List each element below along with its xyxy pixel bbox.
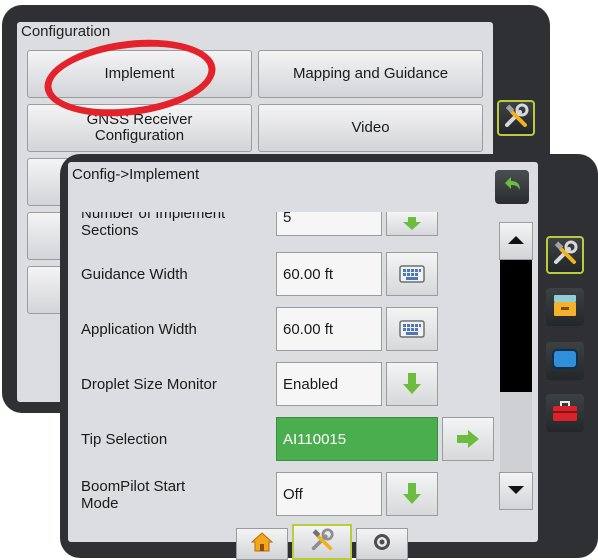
back-arrow-icon xyxy=(501,175,523,200)
arrow-right-icon xyxy=(456,429,480,449)
boompilot-start-mode-dropdown-button[interactable] xyxy=(386,472,438,516)
guidance-width-label: Guidance Width xyxy=(81,266,188,283)
keyboard-icon xyxy=(399,265,425,283)
implement-content: Config->Implement Number of Implement Se… xyxy=(68,162,538,542)
tip-selection-label: Tip Selection xyxy=(81,431,168,448)
arrow-down-icon xyxy=(401,372,423,396)
boompilot-start-mode-field[interactable]: Off xyxy=(276,472,382,516)
tools-side-tab[interactable] xyxy=(546,236,584,274)
implement-sections-label: Number of Implement Sections xyxy=(81,212,226,239)
home-icon xyxy=(250,531,274,557)
settings-tab[interactable] xyxy=(356,528,408,560)
scroll-down-button[interactable] xyxy=(499,472,533,510)
application-width-keyboard-button[interactable] xyxy=(386,307,438,351)
tools-icon xyxy=(502,102,530,135)
mapping-and-guidance-button[interactable]: Mapping and Guidance xyxy=(258,50,483,98)
guidance-width-keyboard-button[interactable] xyxy=(386,252,438,296)
keyboard-icon xyxy=(399,320,425,338)
home-tab[interactable] xyxy=(236,528,288,560)
scroll-up-button[interactable] xyxy=(499,222,533,260)
arrow-down-icon xyxy=(401,482,423,506)
application-width-label: Application Width xyxy=(81,321,197,338)
tip-selection-field[interactable]: AI110015 xyxy=(276,417,438,461)
video-button-label: Video xyxy=(351,118,390,136)
gear-icon xyxy=(372,532,392,557)
implement-screen: Config->Implement Number of Implement Se… xyxy=(60,154,598,560)
tip-selection-next-button[interactable] xyxy=(442,417,494,461)
video-button[interactable]: Video xyxy=(258,104,483,152)
display-icon xyxy=(551,347,579,376)
tools-tab[interactable] xyxy=(497,100,535,136)
console-side-tab[interactable] xyxy=(546,288,584,326)
configuration-title: Configuration xyxy=(21,23,111,40)
tools-icon xyxy=(307,527,337,558)
droplet-size-monitor-dropdown-button[interactable] xyxy=(386,362,438,406)
application-width-field[interactable]: 60.00 ft xyxy=(276,307,382,351)
guidance-width-field[interactable]: 60.00 ft xyxy=(276,252,382,296)
arrow-down-icon xyxy=(401,216,423,231)
gnss-receiver-configuration-label: GNSS Receiver Configuration xyxy=(86,110,193,144)
mapping-and-guidance-label: Mapping and Guidance xyxy=(292,64,449,82)
scroll-track[interactable] xyxy=(500,260,532,472)
implement-sections-value[interactable]: 5 xyxy=(276,212,382,236)
caret-up-icon xyxy=(507,232,525,250)
caret-down-icon xyxy=(507,482,525,500)
toolbox-side-tab[interactable] xyxy=(546,394,584,432)
implement-title: Config->Implement xyxy=(72,166,200,183)
back-button[interactable] xyxy=(495,170,529,204)
toolbox-icon xyxy=(551,398,579,429)
console-icon xyxy=(552,292,578,323)
scroll-thumb[interactable] xyxy=(500,260,532,392)
tools-bottom-tab[interactable] xyxy=(292,524,352,560)
boompilot-start-mode-label: BoomPilot Start Mode xyxy=(81,478,186,512)
droplet-size-monitor-label: Droplet Size Monitor xyxy=(81,376,217,393)
droplet-size-monitor-field[interactable]: Enabled xyxy=(276,362,382,406)
display-side-tab[interactable] xyxy=(546,342,584,380)
implement-sections-dropdown-button[interactable] xyxy=(386,212,438,236)
tools-icon xyxy=(551,239,579,272)
